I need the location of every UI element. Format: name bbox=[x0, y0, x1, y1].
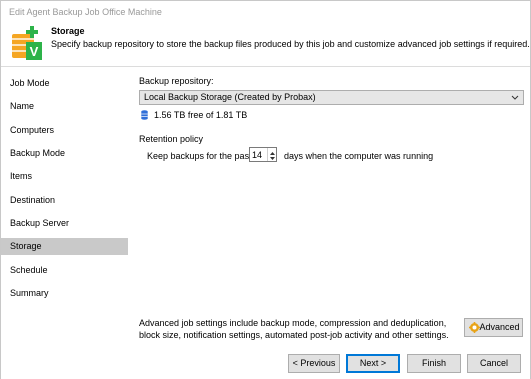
database-icon bbox=[141, 110, 148, 120]
retention-keep-suffix: days when the computer was running bbox=[284, 151, 434, 161]
storage-settings-panel: Backup repository: Local Backup Storage … bbox=[129, 68, 530, 345]
sidebar-item-job-mode[interactable]: Job Mode bbox=[1, 75, 128, 92]
sidebar-item-name[interactable]: Name bbox=[1, 98, 128, 115]
retention-policy-label: Retention policy bbox=[139, 134, 204, 144]
sidebar-item-backup-server[interactable]: Backup Server bbox=[1, 215, 128, 232]
sidebar-item-schedule[interactable]: Schedule bbox=[1, 262, 128, 279]
storage-icon: V bbox=[12, 26, 42, 60]
gear-icon bbox=[469, 322, 480, 333]
sidebar-item-destination[interactable]: Destination bbox=[1, 192, 128, 209]
repository-label: Backup repository: bbox=[139, 76, 214, 86]
wizard-footer: < Previous Next > Finish Cancel bbox=[1, 346, 530, 379]
advanced-settings-description: Advanced job settings include backup mod… bbox=[139, 318, 449, 340]
retention-days-input[interactable] bbox=[250, 148, 267, 161]
retention-keep-prefix: Keep backups for the past: bbox=[147, 151, 255, 161]
sidebar-item-storage[interactable]: Storage bbox=[1, 238, 128, 255]
previous-button[interactable]: < Previous bbox=[288, 354, 340, 373]
chevron-down-icon bbox=[511, 95, 519, 100]
retention-days-stepper[interactable] bbox=[249, 147, 277, 162]
cancel-button[interactable]: Cancel bbox=[467, 354, 521, 373]
repository-selected-value: Local Backup Storage (Created by Probax) bbox=[144, 92, 316, 102]
sidebar-item-summary[interactable]: Summary bbox=[1, 285, 128, 302]
page-description: Specify backup repository to store the b… bbox=[51, 39, 530, 49]
stepper-arrows[interactable] bbox=[267, 148, 276, 161]
title-bar: Edit Agent Backup Job Office Machine bbox=[1, 1, 530, 23]
window-title: Edit Agent Backup Job Office Machine bbox=[9, 7, 162, 17]
stepper-down-icon[interactable] bbox=[268, 154, 277, 160]
sidebar-item-computers[interactable]: Computers bbox=[1, 122, 128, 139]
wizard-header: V Storage Specify backup repository to s… bbox=[1, 23, 530, 67]
sidebar-item-items[interactable]: Items bbox=[1, 168, 128, 185]
wizard-window: Edit Agent Backup Job Office Machine V S… bbox=[0, 0, 531, 379]
advanced-button-label: Advanced bbox=[479, 322, 520, 332]
repository-select[interactable]: Local Backup Storage (Created by Probax) bbox=[139, 90, 524, 105]
finish-button[interactable]: Finish bbox=[407, 354, 461, 373]
repository-free-space: 1.56 TB free of 1.81 TB bbox=[154, 110, 248, 120]
page-title: Storage bbox=[51, 26, 85, 36]
svg-text:V: V bbox=[30, 44, 39, 59]
wizard-steps-sidebar: Job Mode Name Computers Backup Mode Item… bbox=[1, 68, 128, 379]
next-button[interactable]: Next > bbox=[346, 354, 400, 373]
advanced-button[interactable]: Advanced bbox=[464, 318, 523, 337]
sidebar-item-backup-mode[interactable]: Backup Mode bbox=[1, 145, 128, 162]
